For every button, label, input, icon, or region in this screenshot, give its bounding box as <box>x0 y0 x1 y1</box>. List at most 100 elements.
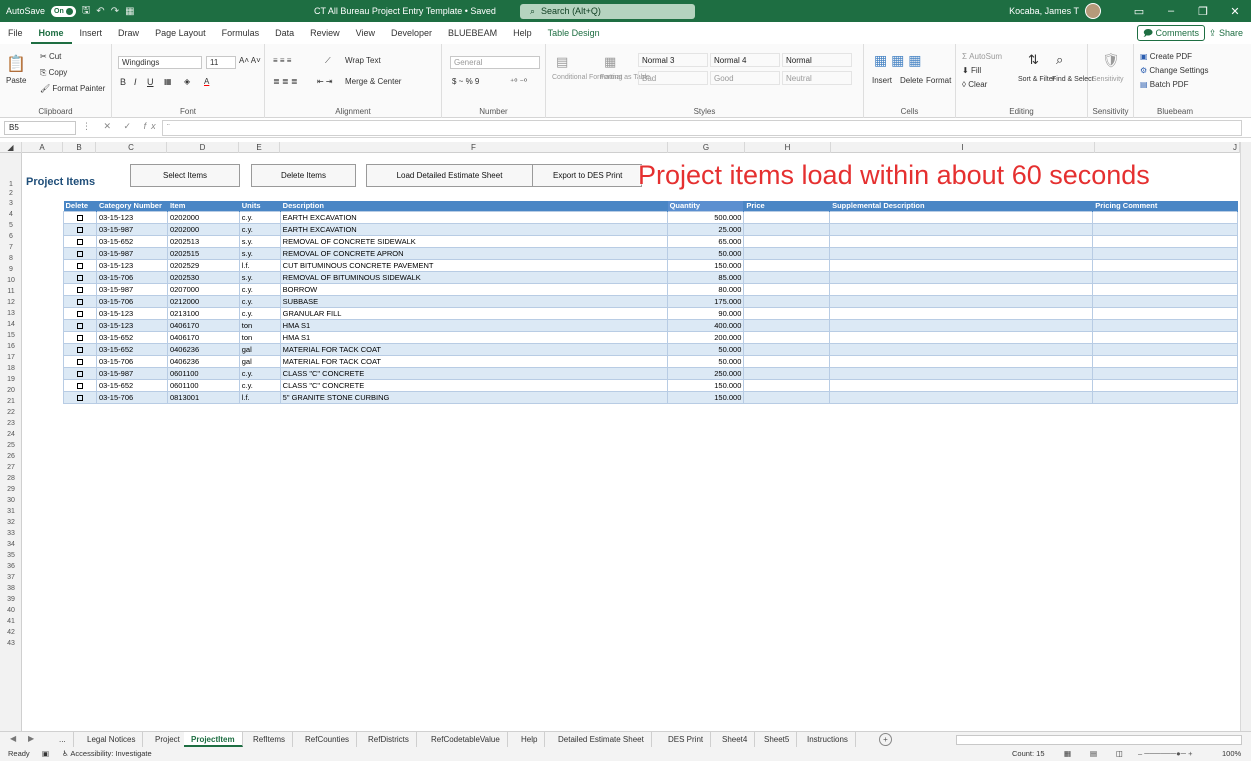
category-cell[interactable]: 03-15-123 <box>95 259 168 272</box>
tab-bluebeam[interactable]: BLUEBEAM <box>440 22 505 44</box>
delete-checkbox[interactable] <box>63 247 97 260</box>
tab-home[interactable]: Home <box>30 22 72 44</box>
supplemental-cell[interactable] <box>829 307 1094 320</box>
item-cell[interactable]: 0406236 <box>166 343 240 356</box>
row-header[interactable]: 32 <box>0 518 22 528</box>
item-cell[interactable]: 0202530 <box>166 271 240 284</box>
pricing-comment-cell[interactable] <box>1092 259 1238 272</box>
quantity-cell[interactable]: 150.000 <box>666 391 745 404</box>
row-header[interactable]: 43 <box>0 639 22 649</box>
batch-pdf-button[interactable]: ▤ Batch PDF <box>1140 80 1188 89</box>
row-header[interactable]: 39 <box>0 595 22 605</box>
pricing-comment-cell[interactable] <box>1092 343 1238 356</box>
item-cell[interactable]: 0202000 <box>166 211 240 224</box>
tab-draw[interactable]: Draw <box>110 22 147 44</box>
avatar[interactable] <box>1085 3 1101 19</box>
ribbon-display-icon[interactable]: ▭ <box>1123 5 1155 18</box>
export-des-button[interactable]: Export to DES Print <box>532 164 642 187</box>
category-cell[interactable]: 03-15-652 <box>95 235 168 248</box>
units-cell[interactable]: ton <box>238 319 281 332</box>
horizontal-scrollbar[interactable] <box>956 735 1242 745</box>
pricing-comment-cell[interactable] <box>1092 391 1238 404</box>
header-category[interactable]: Category Number <box>96 201 168 212</box>
price-cell[interactable] <box>743 271 831 284</box>
units-cell[interactable]: ton <box>238 331 281 344</box>
align-top-icon[interactable]: ≡ ≡ ≡ <box>273 56 291 65</box>
description-cell[interactable]: SUBBASE <box>279 295 668 308</box>
header-quantity[interactable]: Quantity <box>667 201 745 212</box>
quantity-cell[interactable]: 85.000 <box>666 271 745 284</box>
tab-file[interactable]: File <box>0 22 31 44</box>
price-cell[interactable] <box>743 307 831 320</box>
row-header[interactable]: 38 <box>0 584 22 594</box>
description-cell[interactable]: HMA S1 <box>279 319 668 332</box>
quantity-cell[interactable]: 50.000 <box>666 355 745 368</box>
header-item[interactable]: Item <box>167 201 240 212</box>
borders-icon[interactable]: ▦ <box>164 77 172 86</box>
item-cell[interactable]: 0202513 <box>166 235 240 248</box>
underline-button[interactable]: U <box>147 77 154 87</box>
units-cell[interactable]: gal <box>238 355 281 368</box>
pricing-comment-cell[interactable] <box>1092 283 1238 296</box>
sheet-tab-instructions[interactable]: Instructions <box>800 732 856 747</box>
supplemental-cell[interactable] <box>829 223 1094 236</box>
category-cell[interactable]: 03-15-706 <box>95 355 168 368</box>
price-cell[interactable] <box>743 235 831 248</box>
insert-cells-icon[interactable]: ▦ ▦ ▦ <box>874 52 921 69</box>
checkbox-icon[interactable] <box>76 359 83 366</box>
checkbox-icon[interactable] <box>76 239 83 246</box>
vertical-scrollbar[interactable] <box>1240 142 1251 731</box>
description-cell[interactable]: REMOVAL OF BITUMINOUS SIDEWALK <box>279 271 668 284</box>
conditional-format-icon[interactable]: ▤ <box>556 54 568 70</box>
checkbox-icon[interactable] <box>76 383 83 390</box>
name-box[interactable]: B5 <box>4 121 76 135</box>
row-header[interactable]: 42 <box>0 628 22 638</box>
supplemental-cell[interactable] <box>829 211 1094 224</box>
checkbox-icon[interactable] <box>76 263 83 270</box>
tab-view[interactable]: View <box>348 22 383 44</box>
price-cell[interactable] <box>743 295 831 308</box>
format-painter-button[interactable]: 🖌 Format Painter <box>40 84 105 93</box>
units-cell[interactable]: s.y. <box>238 271 281 284</box>
pricing-comment-cell[interactable] <box>1092 379 1238 392</box>
fill-color-icon[interactable]: ◈ <box>184 77 190 86</box>
row-header[interactable]: 10 <box>0 276 22 286</box>
row-header[interactable]: 30 <box>0 496 22 506</box>
row-header[interactable]: 20 <box>0 386 22 396</box>
price-cell[interactable] <box>743 331 831 344</box>
description-cell[interactable]: 5" GRANITE STONE CURBING <box>279 391 668 404</box>
undo-icon[interactable]: ↶ <box>96 6 104 17</box>
row-header[interactable]: 5 <box>0 221 22 231</box>
pricing-comment-cell[interactable] <box>1092 223 1238 236</box>
row-header[interactable]: 33 <box>0 529 22 539</box>
price-cell[interactable] <box>743 247 831 260</box>
category-cell[interactable]: 03-15-987 <box>95 247 168 260</box>
table-row[interactable]: 03-15-652 0406170 ton HMA S1 200.000 <box>63 331 1238 344</box>
row-header[interactable]: 41 <box>0 617 22 627</box>
category-cell[interactable]: 03-15-123 <box>95 319 168 332</box>
autosave-toggle[interactable]: On <box>51 5 76 17</box>
zoom-slider[interactable]: – ──────●─ + <box>1138 747 1192 761</box>
category-cell[interactable]: 03-15-652 <box>95 331 168 344</box>
orientation-icon[interactable]: ⟋ <box>325 56 331 66</box>
item-cell[interactable]: 0813001 <box>166 391 240 404</box>
table-row[interactable]: 03-15-123 0202529 l.f. CUT BITUMINOUS CONCR… <box>63 259 1238 272</box>
row-header[interactable]: 19 <box>0 375 22 385</box>
row-header[interactable]: 8 <box>0 254 22 264</box>
category-cell[interactable]: 03-15-706 <box>95 271 168 284</box>
table-row[interactable]: 03-15-706 0813001 l.f. 5" GRANITE STONE CUR… <box>63 391 1238 404</box>
supplemental-cell[interactable] <box>829 271 1094 284</box>
user-name[interactable]: Kocaba, James T <box>1009 6 1079 16</box>
column-header[interactable]: D <box>167 142 239 153</box>
row-header[interactable]: 6 <box>0 232 22 242</box>
checkbox-icon[interactable] <box>76 251 83 258</box>
row-header[interactable]: 11 <box>0 287 22 297</box>
quantity-cell[interactable]: 80.000 <box>666 283 745 296</box>
quantity-cell[interactable]: 50.000 <box>666 343 745 356</box>
delete-checkbox[interactable] <box>63 295 97 308</box>
save-icon[interactable]: 🖫 <box>82 3 91 20</box>
header-delete[interactable]: Delete <box>63 201 97 212</box>
row-header[interactable]: 7 <box>0 243 22 253</box>
style-normal-4[interactable]: Normal 4 <box>710 53 780 67</box>
select-all-corner[interactable]: ◢ <box>0 142 22 153</box>
